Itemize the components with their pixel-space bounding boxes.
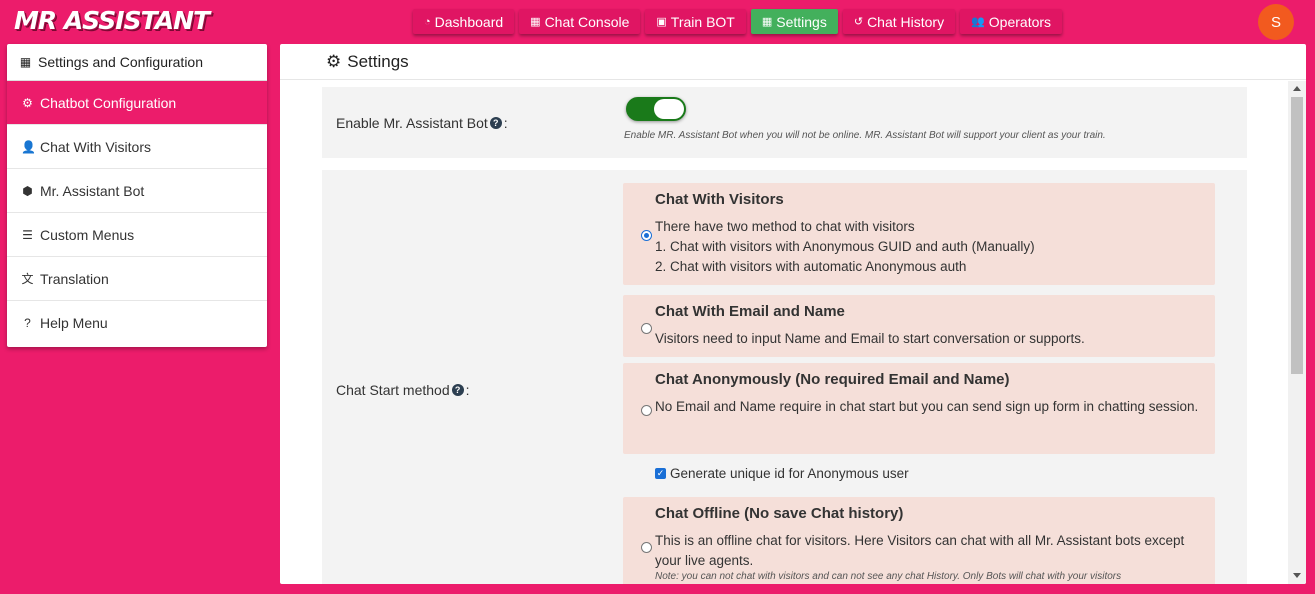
- sidebar-item-chat-with-visitors[interactable]: 👤 Chat With Visitors: [7, 125, 267, 169]
- top-nav: ◔ Dashboard ▦ Chat Console ▣ Train BOT ▦…: [413, 9, 1063, 34]
- nav-label: Chat Console: [544, 13, 630, 30]
- option-title: Chat Anonymously (No required Email and …: [655, 371, 1010, 388]
- scroll-up-arrow-icon[interactable]: [1293, 86, 1301, 91]
- nav-label: Train BOT: [670, 13, 735, 30]
- settings-scroll-area: Enable Mr. Assistant Bot ? : Enable MR. …: [280, 81, 1288, 584]
- enable-bot-label-wrap: Enable Mr. Assistant Bot ? :: [336, 115, 508, 131]
- chat-start-label-wrap: Chat Start method ? :: [336, 382, 470, 398]
- sidebar-item-label: Chat With Visitors: [40, 138, 151, 155]
- sidebar-item-label: Translation: [40, 270, 109, 287]
- nav-dashboard[interactable]: ◔ Dashboard: [413, 9, 515, 34]
- settings-icon: ▦: [761, 16, 773, 28]
- nav-train-bot[interactable]: ▣ Train BOT: [645, 9, 746, 34]
- sidebar-item-label: Help Menu: [40, 315, 108, 331]
- user-avatar[interactable]: S: [1258, 4, 1294, 40]
- nav-operators[interactable]: 👥 Operators: [960, 9, 1063, 34]
- console-icon: ▦: [530, 16, 541, 28]
- list-icon: ☰: [22, 227, 33, 242]
- label-colon: :: [503, 115, 508, 131]
- scroll-thumb[interactable]: [1291, 97, 1303, 374]
- radio-chat-with-email[interactable]: [641, 323, 652, 334]
- sidebar-item-label: Mr. Assistant Bot: [40, 182, 145, 199]
- nav-label: Chat History: [867, 13, 945, 30]
- gear-icon: ⚙: [22, 95, 33, 110]
- question-icon[interactable]: ?: [489, 117, 502, 129]
- settings-panel: ⚙ Settings Enable Mr. Assistant Bot ? : …: [280, 44, 1306, 584]
- sidebar-header: ▦ Settings and Configuration: [7, 44, 267, 81]
- scroll-down-arrow-icon[interactable]: [1293, 573, 1301, 578]
- option-chat-with-visitors[interactable]: Chat With Visitors There have two method…: [623, 183, 1215, 285]
- option-chat-offline[interactable]: Chat Offline (No save Chat history) This…: [623, 497, 1215, 584]
- question-icon[interactable]: ?: [451, 384, 464, 396]
- option-title: Chat Offline (No save Chat history): [655, 505, 904, 522]
- option-body: There have two method to chat with visit…: [655, 217, 1200, 277]
- history-icon: ↺: [853, 16, 864, 28]
- radio-chat-offline[interactable]: [641, 542, 652, 553]
- option-chat-with-email[interactable]: Chat With Email and Name Visitors need t…: [623, 295, 1215, 357]
- app-logo: MR ASSISTANT: [14, 6, 210, 35]
- enable-bot-label: Enable Mr. Assistant Bot: [336, 115, 488, 131]
- option-line: 2. Chat with visitors with automatic Ano…: [655, 259, 967, 274]
- page-title: ⚙ Settings: [280, 44, 1306, 80]
- sidebar-item-help-menu[interactable]: ? Help Menu: [7, 301, 267, 345]
- users-icon: 👥: [971, 16, 985, 28]
- option-line: 1. Chat with visitors with Anonymous GUI…: [655, 239, 1035, 254]
- nav-settings[interactable]: ▦ Settings: [750, 9, 838, 34]
- option-body: Visitors need to input Name and Email to…: [655, 329, 1200, 349]
- option-title: Chat With Email and Name: [655, 303, 845, 320]
- option-body: No Email and Name require in chat start …: [655, 397, 1200, 417]
- option-chat-anonymously[interactable]: Chat Anonymously (No required Email and …: [623, 363, 1215, 454]
- robot-icon: ▣: [656, 16, 667, 28]
- gear-icon: ⚙: [326, 51, 342, 71]
- nav-chat-console[interactable]: ▦ Chat Console: [519, 9, 641, 34]
- enable-bot-row: Enable Mr. Assistant Bot ? : Enable MR. …: [322, 87, 1247, 158]
- option-body: This is an offline chat for visitors. He…: [655, 531, 1200, 583]
- option-line: Visitors need to input Name and Email to…: [655, 331, 1085, 346]
- option-note: Note: you can not chat with visitors and…: [655, 571, 1122, 582]
- sidebar-item-mr-assistant-bot[interactable]: ⬢ Mr. Assistant Bot: [7, 169, 267, 213]
- toggle-knob: [654, 99, 684, 119]
- user-icon: 👤: [21, 139, 36, 154]
- page-title-text: Settings: [347, 51, 409, 71]
- chat-start-label: Chat Start method: [336, 382, 450, 398]
- anon-unique-id-checkbox[interactable]: ✓: [655, 468, 666, 479]
- sidebar-header-label: Settings and Configuration: [38, 54, 203, 70]
- enable-bot-toggle[interactable]: [626, 97, 686, 121]
- chat-start-row: Chat Start method ? : Chat With Visitors…: [322, 170, 1247, 584]
- sidebar-item-translation[interactable]: 文 Translation: [7, 257, 267, 301]
- dashboard-icon: ◔: [424, 15, 431, 28]
- translate-icon: 文: [21, 272, 34, 286]
- radio-chat-anonymously[interactable]: [641, 405, 652, 416]
- enable-bot-hint: Enable MR. Assistant Bot when you will n…: [624, 130, 1106, 141]
- nav-label: Operators: [988, 13, 1052, 30]
- vertical-scrollbar[interactable]: [1288, 81, 1306, 584]
- option-line: This is an offline chat for visitors. He…: [655, 533, 1185, 568]
- help-circle-icon: ?: [24, 316, 31, 330]
- settings-sidebar: ▦ Settings and Configuration ⚙ Chatbot C…: [7, 44, 267, 347]
- nav-chat-history[interactable]: ↺ Chat History: [842, 9, 956, 34]
- label-colon: :: [465, 382, 470, 398]
- sidebar-item-label: Custom Menus: [40, 226, 135, 243]
- config-icon: ▦: [19, 55, 32, 69]
- nav-label: Dashboard: [434, 13, 504, 30]
- option-line: No Email and Name require in chat start …: [655, 399, 1199, 414]
- radio-chat-with-visitors[interactable]: [641, 230, 652, 241]
- option-title: Chat With Visitors: [655, 191, 784, 208]
- sidebar-item-custom-menus[interactable]: ☰ Custom Menus: [7, 213, 267, 257]
- nav-label: Settings: [776, 13, 827, 30]
- sidebar-item-chatbot-configuration[interactable]: ⚙ Chatbot Configuration: [7, 81, 267, 125]
- sidebar-item-label: Chatbot Configuration: [40, 94, 177, 111]
- hexagon-icon: ⬢: [22, 183, 33, 198]
- option-line: There have two method to chat with visit…: [655, 219, 915, 234]
- anon-unique-id-checkbox-row[interactable]: ✓ Generate unique id for Anonymous user: [655, 466, 909, 481]
- checkbox-label: Generate unique id for Anonymous user: [670, 466, 909, 481]
